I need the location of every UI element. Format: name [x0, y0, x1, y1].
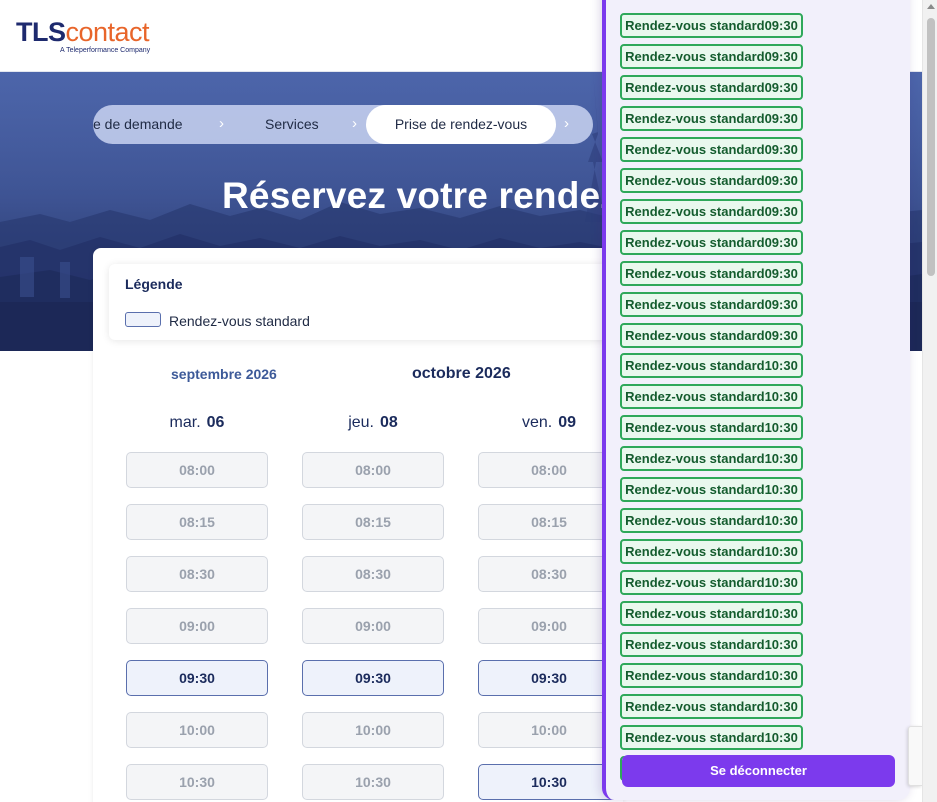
logo-tls-text: TLS — [16, 17, 66, 47]
legend-title: Légende — [125, 276, 183, 292]
day-weekday: jeu. — [348, 414, 374, 431]
appointment-entry[interactable]: Rendez-vous standard10:30 — [620, 570, 803, 595]
time-slot-unavailable: 10:30 — [302, 764, 444, 800]
legend-box: Légende Rendez-vous standard — [109, 264, 629, 340]
day-header: jeu. 08 — [302, 414, 444, 432]
appointment-entry[interactable]: Rendez-vous standard10:30 — [620, 446, 803, 471]
appointment-entry[interactable]: Rendez-vous standard09:30 — [620, 230, 803, 255]
page-title: Réservez votre rendez — [222, 175, 619, 216]
chevron-right-icon: › — [564, 115, 569, 132]
day-header: ven. 09 — [478, 414, 620, 432]
time-slot-unavailable: 08:15 — [302, 504, 444, 540]
step-demand[interactable]: e de demande — [93, 105, 193, 144]
appointment-entry[interactable]: Rendez-vous standard09:30 — [620, 13, 803, 38]
time-slot-unavailable: 08:15 — [478, 504, 620, 540]
recaptcha-badge[interactable] — [908, 726, 922, 786]
time-slot-unavailable: 09:00 — [126, 608, 268, 644]
month-tab-september[interactable]: septembre 2026 — [171, 366, 277, 382]
time-slot-unavailable: 08:00 — [302, 452, 444, 488]
step-services[interactable]: Services — [265, 105, 355, 144]
time-slot-available[interactable]: 09:30 — [126, 660, 268, 696]
appointment-entry[interactable]: Rendez-vous standard10:30 — [620, 415, 803, 440]
logout-button[interactable]: Se déconnecter — [622, 755, 895, 787]
logo-contact-text: contact — [65, 17, 150, 47]
legend-standard-swatch — [125, 312, 161, 327]
time-slot-unavailable: 08:30 — [302, 556, 444, 592]
month-tab-october[interactable]: octobre 2026 — [412, 365, 511, 383]
appointment-entry[interactable]: Rendez-vous standard10:30 — [620, 508, 803, 533]
time-slot-unavailable: 08:30 — [126, 556, 268, 592]
breadcrumb-steps: e de demande › Services › Prise de rende… — [93, 105, 593, 144]
appointment-entry[interactable]: Rendez-vous standard10:30 — [620, 601, 803, 626]
appointment-entry[interactable]: Rendez-vous standard10:30 — [620, 663, 803, 688]
time-slot-unavailable: 10:00 — [478, 712, 620, 748]
step-appointment-active[interactable]: Prise de rendez-vous — [366, 105, 556, 144]
booking-card: Légende Rendez-vous standard septembre 2… — [93, 248, 629, 802]
appointment-entry[interactable]: Rendez-vous standard10:30 — [620, 539, 803, 564]
day-header: mar. 06 — [126, 414, 268, 432]
appointment-entry[interactable]: Rendez-vous standard10:30 — [620, 384, 803, 409]
chevron-right-icon: › — [352, 115, 357, 132]
scrollbar-thumb[interactable] — [927, 18, 935, 276]
appointment-entry[interactable]: Rendez-vous standard10:30 — [620, 725, 803, 750]
appointment-entry[interactable]: Rendez-vous standard09:30 — [620, 168, 803, 193]
appointment-entry[interactable]: Rendez-vous standard09:30 — [620, 106, 803, 131]
appointment-entry[interactable]: Rendez-vous standard09:30 — [620, 199, 803, 224]
time-slot-available[interactable]: 09:30 — [302, 660, 444, 696]
scrollbar[interactable] — [922, 0, 937, 802]
day-date: 06 — [206, 414, 225, 431]
time-slot-unavailable: 08:00 — [126, 452, 268, 488]
time-slot-available[interactable]: 10:30 — [478, 764, 620, 800]
time-slot-unavailable: 10:30 — [126, 764, 268, 800]
legend-standard-label: Rendez-vous standard — [169, 313, 310, 329]
tlscontact-logo[interactable]: TLScontact A Teleperformance Company — [16, 18, 150, 54]
appointment-entry[interactable]: Rendez-vous standard09:30 — [620, 292, 803, 317]
appointment-entry[interactable]: Rendez-vous standard10:30 — [620, 632, 803, 657]
time-slot-available[interactable]: 09:30 — [478, 660, 620, 696]
time-slot-unavailable: 10:00 — [302, 712, 444, 748]
page: TLScontact A Teleperformance Company e d… — [0, 0, 937, 802]
appointment-entry[interactable]: Rendez-vous standard09:30 — [620, 44, 803, 69]
time-slot-unavailable: 08:00 — [478, 452, 620, 488]
appointment-entry[interactable]: Rendez-vous standard09:30 — [620, 261, 803, 286]
time-slot-unavailable: 10:00 — [126, 712, 268, 748]
day-weekday: mar. — [169, 414, 201, 431]
logo-tagline: A Teleperformance Company — [60, 47, 151, 54]
appointment-entry[interactable]: Rendez-vous standard10:30 — [620, 353, 803, 378]
time-slot-unavailable: 09:00 — [478, 608, 620, 644]
appointment-entry[interactable]: Rendez-vous standard10:30 — [620, 477, 803, 502]
chevron-right-icon: › — [219, 115, 224, 132]
scroll-up-arrow-icon[interactable] — [927, 4, 935, 9]
time-slot-unavailable: 09:00 — [302, 608, 444, 644]
time-slot-unavailable: 08:30 — [478, 556, 620, 592]
appointment-entry[interactable]: Rendez-vous standard09:30 — [620, 323, 803, 348]
day-weekday: ven. — [521, 414, 553, 431]
appointment-entry[interactable]: Rendez-vous standard09:30 — [620, 137, 803, 162]
day-date: 09 — [558, 414, 577, 431]
appointment-entry[interactable]: Rendez-vous standard10:30 — [620, 694, 803, 719]
time-slot-unavailable: 08:15 — [126, 504, 268, 540]
appointment-entry[interactable]: Rendez-vous standard09:30 — [620, 75, 803, 100]
day-date: 08 — [380, 414, 398, 431]
